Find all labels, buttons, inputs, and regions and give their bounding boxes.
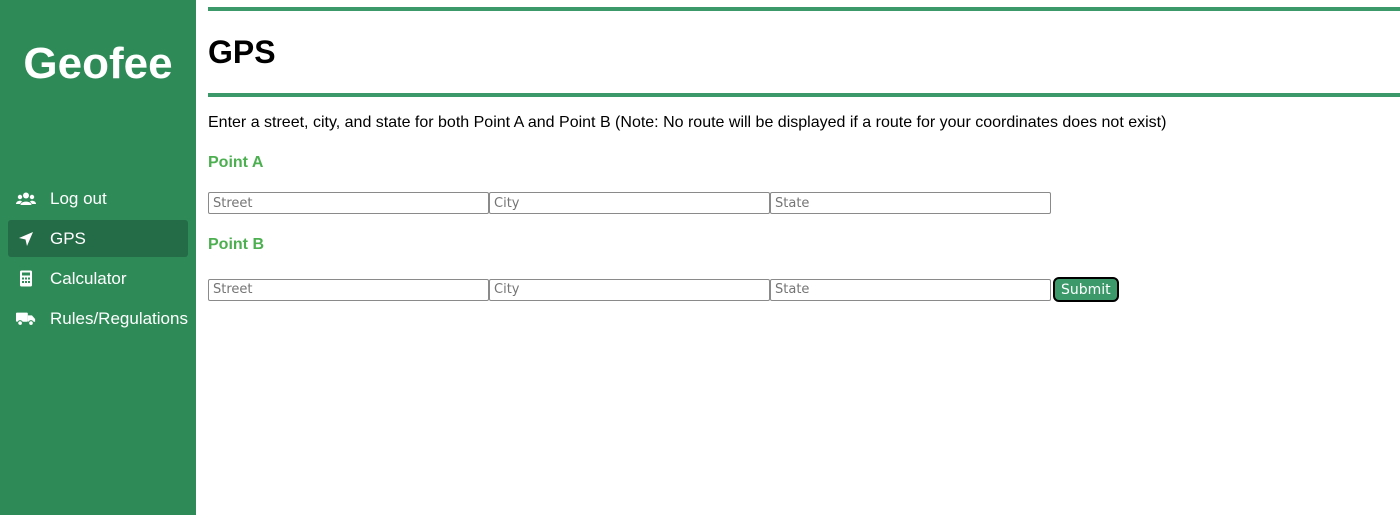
sidebar-item-label: GPS	[50, 228, 86, 248]
instructions-text: Enter a street, city, and state for both…	[208, 114, 1167, 131]
sidebar-nav: Log out GPS Calculator Rules/Regulations	[8, 180, 188, 340]
sidebar-item-label: Calculator	[50, 268, 127, 288]
point-b-row: Submit	[208, 277, 1119, 302]
point-a-heading: Point A	[208, 154, 264, 171]
sidebar-item-gps[interactable]: GPS	[8, 220, 188, 257]
point-b-state-input[interactable]	[770, 278, 1051, 301]
page-title: GPS	[208, 34, 276, 70]
point-a-city-input[interactable]	[489, 192, 770, 214]
sidebar: Geofee Log out GPS Calculator Rules/Regu…	[0, 0, 196, 515]
point-a-street-input[interactable]	[208, 192, 489, 214]
point-a-row	[208, 192, 1051, 214]
point-a-state-input[interactable]	[770, 192, 1051, 214]
sidebar-item-calculator[interactable]: Calculator	[8, 260, 188, 297]
main-content: GPS Enter a street, city, and state for …	[208, 0, 1400, 515]
point-b-street-input[interactable]	[208, 278, 489, 301]
point-b-city-input[interactable]	[489, 278, 770, 301]
users-icon	[16, 189, 36, 209]
sidebar-item-label: Log out	[50, 188, 107, 208]
calculator-icon	[16, 269, 36, 289]
point-b-heading: Point B	[208, 236, 264, 253]
sidebar-item-label: Rules/Regulations	[50, 308, 188, 328]
sidebar-item-log-out[interactable]: Log out	[8, 180, 188, 217]
top-divider	[208, 7, 1400, 11]
title-divider	[208, 93, 1400, 97]
sidebar-item-rules-regulations[interactable]: Rules/Regulations	[8, 300, 188, 337]
truck-icon	[16, 309, 36, 329]
brand-logo: Geofee	[23, 39, 173, 88]
location-arrow-icon	[16, 229, 36, 249]
submit-button[interactable]: Submit	[1053, 277, 1119, 302]
